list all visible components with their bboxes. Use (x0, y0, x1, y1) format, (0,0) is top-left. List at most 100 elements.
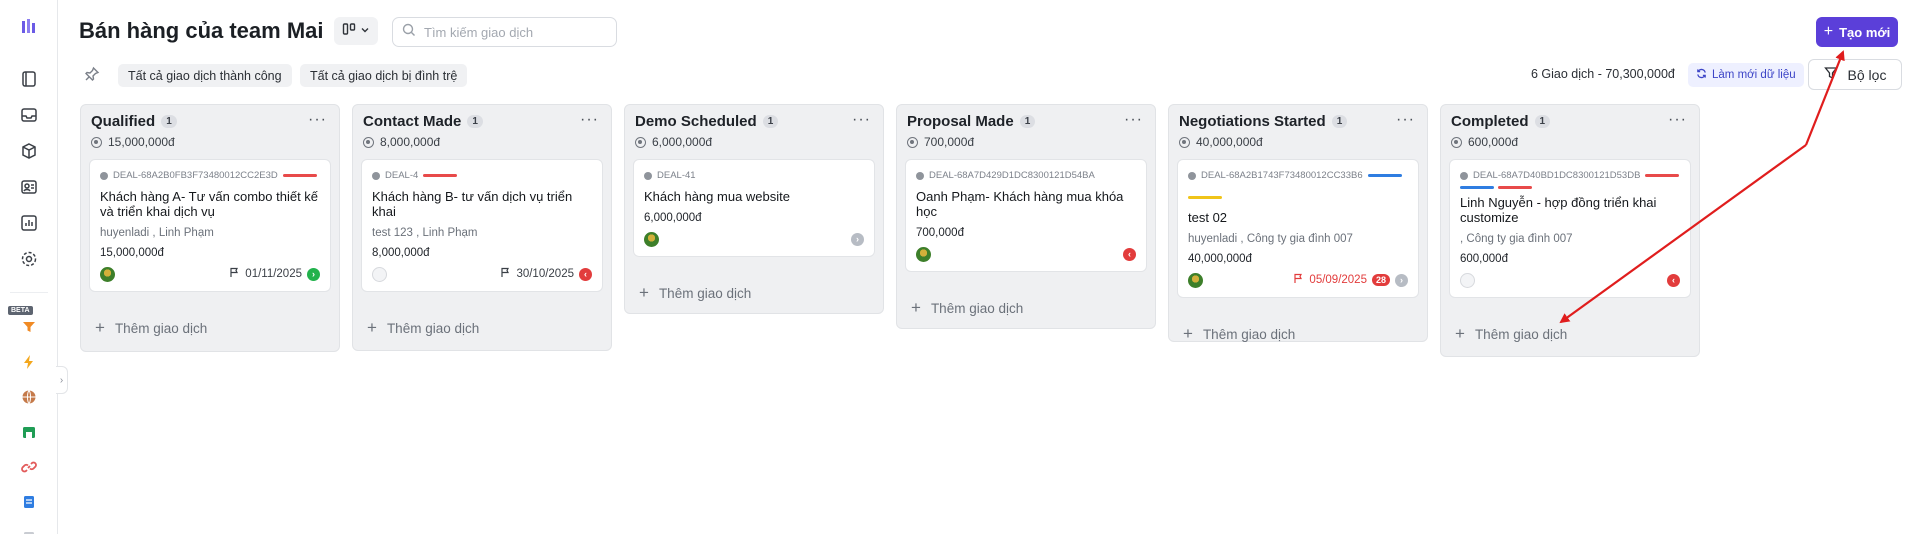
column-menu-icon[interactable]: ··· (1396, 111, 1415, 129)
refresh-icon (1696, 68, 1707, 82)
pin-icon[interactable] (84, 66, 100, 87)
deal-owners: huyenladi , Linh Phạm (100, 227, 214, 239)
avatar (1188, 272, 1203, 288)
deal-id: DEAL-68A2B1743F73480012CC33B6 (1201, 170, 1363, 181)
settings-icon[interactable] (17, 247, 41, 271)
add-deal-label: Thêm giao dịch (1202, 326, 1296, 342)
sidebar: BETA (0, 0, 58, 534)
deal-card[interactable]: DEAL-68A7D40BD1DC8300121D53DB Linh Nguyễ… (1449, 159, 1691, 298)
search-box[interactable] (392, 17, 617, 47)
column-amount: 40,000,000đ (1196, 135, 1263, 149)
coin-icon (1179, 136, 1190, 148)
deal-title: Khách hàng B- tư vấn dịch vụ triển khai (372, 189, 573, 219)
app-logo-icon[interactable] (17, 15, 41, 39)
view-toggle[interactable] (334, 17, 378, 45)
deal-card[interactable]: DEAL-4 Khách hàng B- tư vấn dịch vụ triể… (361, 159, 603, 292)
add-deal-button[interactable]: + Thêm giao dịch (1177, 314, 1419, 354)
column-title: Completed (1451, 113, 1529, 130)
add-deal-button[interactable]: + Thêm giao dịch (361, 308, 603, 348)
avatar (100, 266, 115, 282)
filter-button[interactable]: Bộ lọc (1808, 59, 1902, 90)
column-title: Negotiations Started (1179, 113, 1326, 130)
chevron-down-icon (360, 22, 370, 40)
box-icon[interactable] (17, 139, 41, 163)
column-amount: 600,000đ (1468, 135, 1519, 149)
filter-chip-successful[interactable]: Tất cả giao dịch thành công (118, 64, 292, 87)
deal-card[interactable]: DEAL-41 Khách hàng mua website 6,000,000… (633, 159, 875, 257)
coin-icon (907, 136, 918, 148)
filter-chip-stalled[interactable]: Tất cả giao dịch bị đình trệ (300, 64, 468, 87)
add-deal-button[interactable]: + Thêm giao dịch (89, 308, 331, 348)
column-count: 1 (1331, 115, 1348, 128)
chevron-left-icon[interactable]: ‹ (1123, 247, 1136, 261)
column-menu-icon[interactable]: ··· (1124, 111, 1143, 129)
deal-due-date: 01/11/2025 (245, 268, 302, 280)
chart-icon[interactable] (17, 211, 41, 235)
deal-value: 8,000,000đ (372, 247, 430, 259)
column-demo-scheduled: Demo Scheduled 1 ··· 6,000,000đ DEAL-41 K… (624, 104, 884, 314)
more-icon[interactable] (17, 522, 41, 534)
plus-icon: + (95, 318, 105, 337)
status-dot (1460, 171, 1468, 180)
deal-title: Oanh Phạm- Khách hàng mua khóa học (916, 189, 1124, 219)
chevron-left-icon[interactable]: ‹ (579, 267, 592, 281)
chevron-right-icon[interactable]: › (1395, 273, 1408, 287)
refresh-label: Làm mới dữ liệu (1712, 69, 1796, 81)
funnel-icon[interactable] (17, 315, 41, 339)
add-deal-button[interactable]: + Thêm giao dịch (905, 288, 1147, 328)
tag-bar (1498, 186, 1532, 189)
contacts-icon[interactable] (17, 175, 41, 199)
deal-card[interactable]: DEAL-68A2B1743F73480012CC33B6 test 02 hu… (1177, 159, 1419, 298)
sidebar-collapse-handle[interactable]: › (56, 366, 68, 394)
beta-badge: BETA (8, 306, 33, 315)
column-contact-made: Contact Made 1 ··· 8,000,000đ DEAL-4 Khác… (352, 104, 612, 351)
store-icon[interactable] (17, 420, 41, 444)
search-input[interactable] (424, 24, 604, 40)
refresh-data-button[interactable]: Làm mới dữ liệu (1688, 63, 1804, 87)
globe-icon[interactable] (17, 385, 41, 409)
create-new-button[interactable]: + Tạo mới (1816, 17, 1898, 47)
column-title: Qualified (91, 113, 156, 130)
document-icon[interactable] (17, 490, 41, 514)
plus-icon: + (367, 318, 377, 337)
avatar (372, 266, 387, 282)
inbox-icon[interactable] (17, 103, 41, 127)
book-icon[interactable] (17, 67, 41, 91)
column-menu-icon[interactable]: ··· (852, 111, 871, 129)
deal-card[interactable]: DEAL-68A7D429D1DC8300121D54BA Oanh Phạm-… (905, 159, 1147, 272)
deal-id: DEAL-68A7D429D1DC8300121D54BA (929, 170, 1095, 181)
column-menu-icon[interactable]: ··· (580, 111, 599, 129)
deal-due-date: 30/10/2025 (516, 268, 574, 280)
tag-bar (1460, 186, 1494, 189)
plus-icon: + (1823, 23, 1834, 40)
deal-card[interactable]: DEAL-68A2B0FB3F73480012CC2E3D Khách hàng… (89, 159, 331, 292)
chevron-left-icon[interactable]: ‹ (1667, 273, 1680, 287)
deal-id: DEAL-68A2B0FB3F73480012CC2E3D (113, 170, 278, 181)
column-menu-icon[interactable]: ··· (1668, 111, 1687, 129)
chevron-right-icon[interactable]: › (851, 232, 864, 246)
column-menu-icon[interactable]: ··· (308, 111, 327, 129)
column-title: Demo Scheduled (635, 113, 757, 130)
add-deal-button[interactable]: + Thêm giao dịch (633, 273, 875, 313)
overdue-days-badge: 28 (1371, 274, 1390, 286)
add-deal-button[interactable]: + Thêm giao dịch (1449, 314, 1691, 354)
lightning-icon[interactable] (17, 350, 41, 374)
column-amount: 15,000,000đ (108, 135, 175, 149)
status-dot (644, 171, 652, 180)
column-completed: Completed 1 ··· 600,000đ DEAL-68A7D40BD1D… (1440, 104, 1700, 357)
deal-id: DEAL-68A7D40BD1DC8300121D53DB (1473, 170, 1641, 181)
board-view-icon (342, 22, 356, 41)
tag-bar (1367, 174, 1402, 177)
deal-value: 700,000đ (916, 227, 964, 239)
column-amount: 6,000,000đ (652, 135, 713, 149)
deal-owners: huyenladi , Công ty gia đình 007 (1188, 233, 1353, 245)
add-deal-label: Thêm giao dịch (114, 320, 208, 336)
deal-title: Linh Nguyễn - hợp đồng triển khai custom… (1460, 195, 1657, 225)
plus-icon: + (1455, 324, 1465, 343)
deal-value: 6,000,000đ (644, 212, 702, 224)
link-icon[interactable] (17, 455, 41, 479)
chevron-right-icon[interactable]: › (307, 267, 320, 281)
deal-title: Khách hàng A- Tư vấn combo thiết kế và t… (100, 189, 319, 219)
coin-icon (363, 136, 374, 148)
deal-owners: , Công ty gia đình 007 (1460, 233, 1573, 245)
